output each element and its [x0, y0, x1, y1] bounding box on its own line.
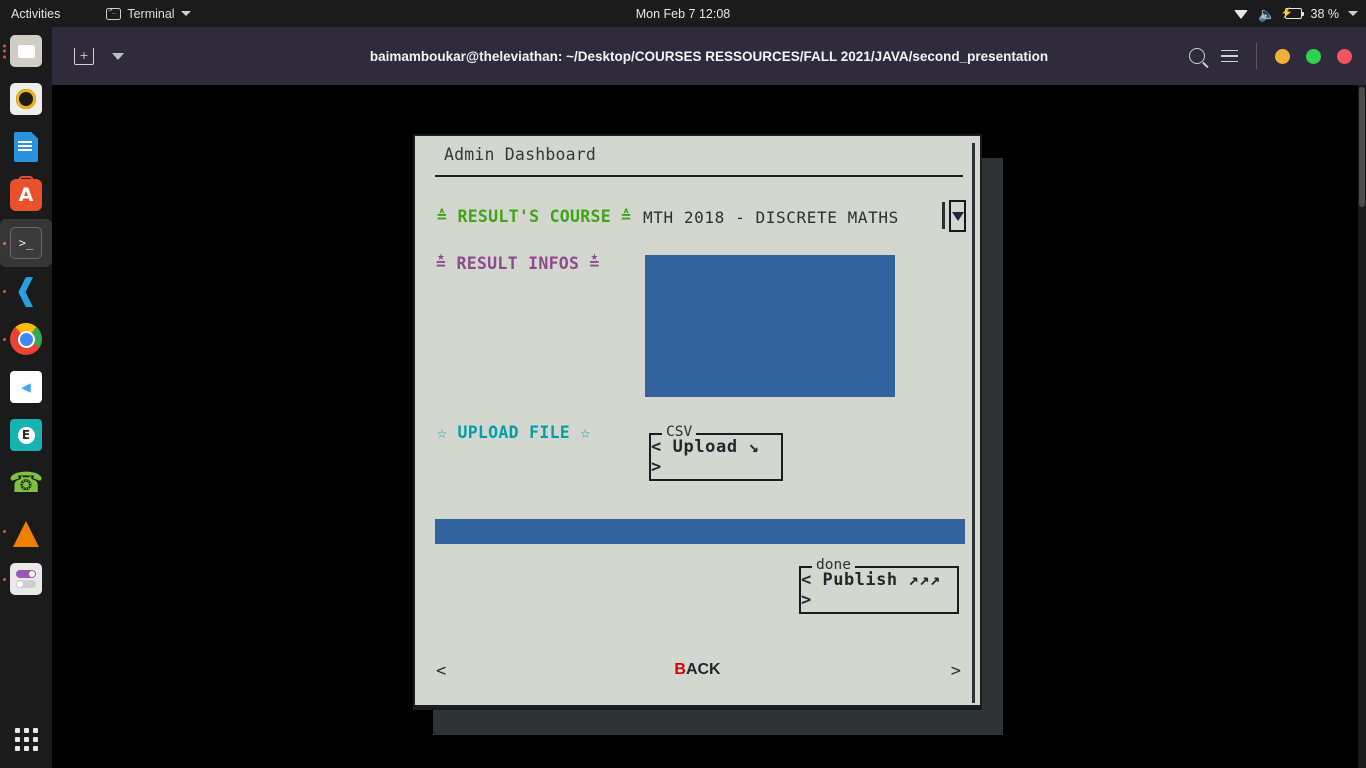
publish-button-label: < Publish ↗↗↗ > [801, 570, 941, 610]
ubuntu-software-icon: A [10, 179, 42, 211]
back-button[interactable]: BACK [415, 661, 980, 679]
page-title: Admin Dashboard [444, 145, 597, 164]
new-tab-icon[interactable]: + [74, 47, 94, 65]
files-icon [10, 35, 42, 67]
back-mnemonic: B [674, 661, 686, 678]
admin-dashboard-dialog: Admin Dashboard ≙ RESULT'S COURSE ≙ MTH … [413, 134, 982, 710]
dock-item-eclipse[interactable] [0, 411, 52, 459]
upload-button-label: < Upload ↘ > [651, 437, 760, 477]
running-indicator [3, 335, 6, 343]
results-course-select-value[interactable]: MTH 2018 - DISCRETE MATHS [643, 208, 899, 227]
result-infos-textarea[interactable] [645, 255, 895, 397]
dock-item-files[interactable] [0, 27, 52, 75]
running-indicator [3, 287, 6, 295]
terminal-icon: >_ [10, 227, 42, 259]
running-indicator [3, 575, 6, 583]
volume-muted-icon: 🔈 [1258, 5, 1276, 22]
chevron-down-icon [180, 11, 191, 16]
dock-item-chrome[interactable] [0, 315, 52, 363]
publish-button[interactable]: done < Publish ↗↗↗ > [799, 557, 959, 614]
show-applications-icon [14, 727, 38, 751]
screen: Activities Terminal Mon Feb 7 12:08 🔈 ⚡ … [0, 0, 1366, 768]
flutter-icon: ◂ [10, 371, 42, 403]
running-indicator [3, 42, 6, 61]
chevron-down-icon[interactable] [1348, 11, 1358, 16]
dock-item-vlc[interactable] [0, 507, 52, 555]
upload-button[interactable]: CSV < Upload ↘ > [649, 424, 783, 481]
system-status-area[interactable]: 🔈 ⚡ 38 % [1234, 0, 1358, 27]
minimize-button[interactable] [1275, 48, 1290, 64]
battery-percent: 38 % [1310, 6, 1340, 21]
divider [1256, 43, 1257, 69]
terminal-titlebar: + baimamboukar@theleviathan: ~/Desktop/C… [52, 27, 1366, 85]
dock-item-whatsapp[interactable]: ☎ [0, 459, 52, 507]
dialog-navigation: < BACK > [415, 661, 980, 691]
nav-next-button[interactable]: > [951, 661, 961, 681]
whatsapp-icon: ☎ [8, 467, 44, 498]
dialog-bottom-divider [415, 705, 980, 708]
search-icon[interactable] [1189, 48, 1205, 64]
wifi-icon [1234, 6, 1249, 21]
dock-item-terminal[interactable]: >_ [0, 219, 52, 267]
chevron-down-icon[interactable] [949, 200, 966, 232]
dock-item-settings[interactable] [0, 555, 52, 603]
gnome-top-bar: Activities Terminal Mon Feb 7 12:08 🔈 ⚡ … [0, 0, 1366, 27]
terminal-icon [106, 6, 122, 20]
vscode-icon: ❰ [13, 273, 39, 308]
dock-item-flutter[interactable]: ◂ [0, 363, 52, 411]
libreoffice-writer-icon [10, 131, 42, 163]
clock[interactable]: Mon Feb 7 12:08 [0, 7, 1366, 21]
dock-item-vscode[interactable]: ❰ [0, 267, 52, 315]
terminal-scrollbar[interactable] [1358, 85, 1366, 768]
dock-item-writer[interactable] [0, 123, 52, 171]
dock-item-rhythmbox[interactable] [0, 75, 52, 123]
app-menu-label: Terminal [127, 6, 175, 21]
chrome-icon [10, 323, 42, 355]
show-applications-button[interactable] [0, 716, 52, 762]
running-indicator [3, 239, 6, 247]
window-title: baimamboukar@theleviathan: ~/Desktop/COU… [369, 48, 1049, 64]
battery-charging-icon: ⚡ [1281, 8, 1304, 19]
dock-item-software[interactable]: A [0, 171, 52, 219]
dock: A >_ ❰ ◂ ☎ [0, 27, 52, 768]
dialog-right-edge [972, 143, 975, 703]
settings-icon [10, 563, 42, 595]
upload-file-label: ☆ UPLOAD FILE ☆ [437, 423, 591, 442]
eclipse-icon [10, 419, 42, 451]
titlebar-controls [1189, 27, 1352, 85]
hamburger-menu-icon[interactable] [1221, 49, 1238, 63]
app-menu-button[interactable]: Terminal [106, 6, 191, 21]
rhythmbox-icon [10, 83, 42, 115]
title-divider [435, 175, 963, 177]
chevron-down-icon[interactable] [112, 52, 124, 60]
vlc-icon [10, 515, 42, 547]
running-indicator [3, 527, 6, 535]
dropdown-bar [942, 202, 945, 229]
maximize-button[interactable] [1306, 48, 1321, 64]
back-label-rest: ACK [685, 661, 721, 678]
results-course-dropdown[interactable] [942, 200, 966, 232]
activities-button[interactable]: Activities [11, 7, 60, 21]
progress-bar [435, 519, 965, 544]
results-course-label: ≙ RESULT'S COURSE ≙ [437, 207, 632, 226]
result-infos-label: ≛ RESULT INFOS ≛ [436, 254, 600, 273]
close-button[interactable] [1337, 48, 1352, 64]
